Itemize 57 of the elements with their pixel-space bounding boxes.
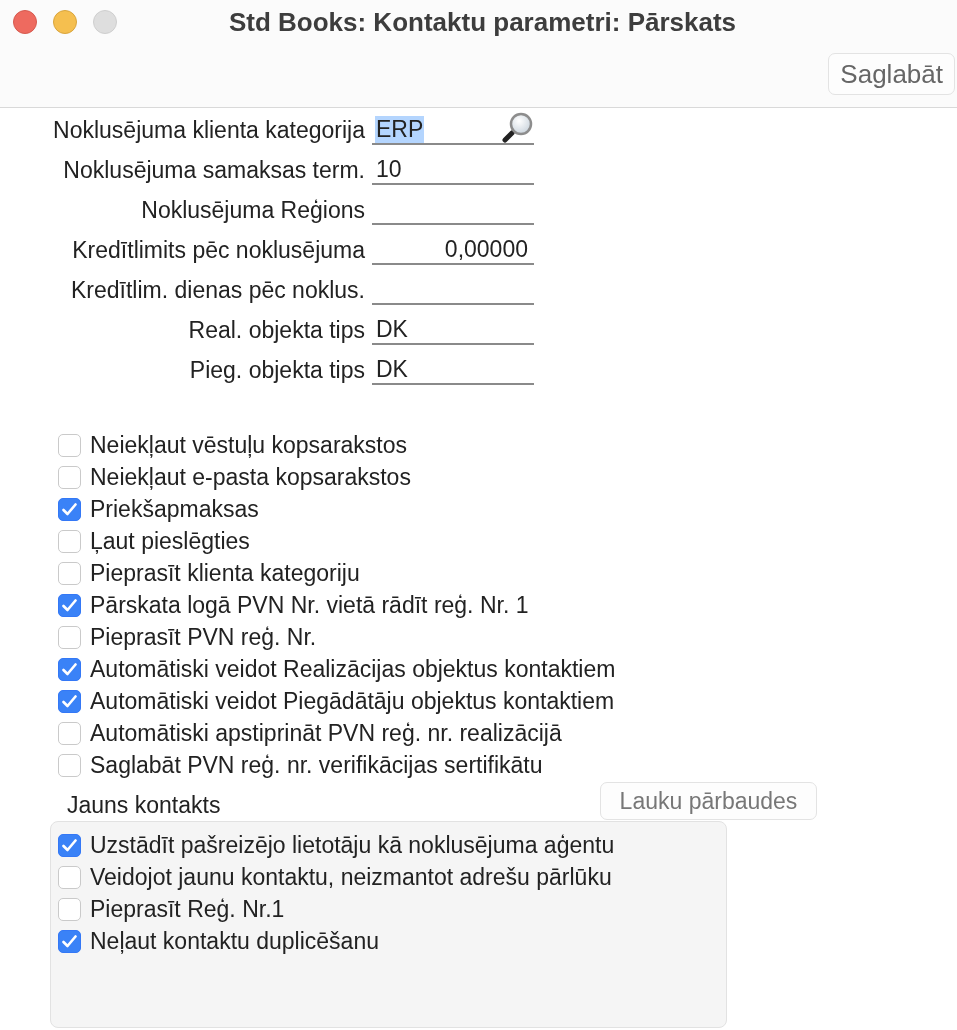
checkbox[interactable] [58, 753, 81, 777]
input-field[interactable]: DK [372, 355, 534, 385]
checkbox-label: Veidojot jaunu kontaktu, neizmantot adrešu pārlūku [90, 863, 612, 891]
zoom-button[interactable] [93, 10, 117, 34]
checkbox[interactable] [58, 433, 81, 457]
checkbox-label: Pārskata logā PVN Nr. vietā rādīt reģ. Nr. 1 [90, 591, 529, 619]
field-label: Kredītlim. dienas pēc noklus. [70, 276, 365, 304]
group-title: Jauns kontakts [67, 792, 221, 820]
checkbox[interactable] [58, 897, 81, 921]
checkbox[interactable] [58, 593, 81, 617]
input-field[interactable]: DK [372, 315, 534, 345]
checkmark-icon [62, 694, 77, 708]
field-checks-button[interactable]: Lauku pārbaudes [600, 782, 817, 820]
close-button[interactable] [13, 10, 37, 34]
checkbox[interactable] [58, 721, 81, 745]
checkbox[interactable] [58, 833, 81, 857]
checkbox-label: Automātiski veidot Realizācijas objektus kontaktiem [90, 655, 616, 683]
field-label: Noklusējuma Reģions [141, 196, 365, 224]
checkbox-label: Neiekļaut e-pasta kopsarakstos [90, 463, 411, 491]
checkbox[interactable] [58, 929, 81, 953]
checkmark-icon [62, 598, 77, 612]
field-label: Kredītlimits pēc noklusējuma [72, 236, 365, 264]
field-label: Noklusējuma samaksas term. [63, 156, 365, 184]
checkbox-label: Saglabāt PVN reģ. nr. verifikācijas sertifikātu [90, 751, 543, 779]
checkbox-label: Neiekļaut vēstuļu kopsarakstos [90, 431, 408, 459]
checkbox[interactable] [58, 561, 81, 585]
checkbox-label: Neļaut kontaktu duplicēšanu [90, 927, 379, 955]
checkbox[interactable] [58, 625, 81, 649]
checkmark-icon [62, 502, 77, 516]
field-label: Pieg. objekta tips [189, 356, 365, 384]
checkbox[interactable] [58, 657, 81, 681]
checkbox-label: Pieprasīt PVN reģ. Nr. [90, 623, 317, 651]
checkbox[interactable] [58, 529, 81, 553]
input-field[interactable]: 0,00000 [372, 235, 534, 265]
checkbox[interactable] [58, 865, 81, 889]
checkmark-icon [62, 662, 77, 676]
checkmark-icon [62, 934, 77, 948]
checkbox-label: Pieprasīt Reģ. Nr.1 [90, 895, 285, 923]
checkbox-label: Priekšapmaksas [90, 495, 259, 523]
window-title: Std Books: Kontaktu parametri: Pārskats [228, 7, 737, 38]
checkbox-label: Pieprasīt klienta kategoriju [90, 559, 360, 587]
field-label: Noklusējuma klienta kategorija [53, 116, 365, 144]
save-button[interactable]: Saglabāt [828, 53, 955, 95]
checkbox[interactable] [58, 689, 81, 713]
field-label: Real. objekta tips [188, 316, 365, 344]
input-field[interactable]: ERP [372, 115, 534, 145]
input-field[interactable]: 10 [372, 155, 534, 185]
checkbox[interactable] [58, 497, 81, 521]
checkbox-label: Uzstādīt pašreizējo lietotāju kā noklusējuma aģentu [90, 831, 615, 859]
checkbox-label: Automātiski veidot Piegādātāju objektus kontaktiem [90, 687, 615, 715]
text-selection: ERP [375, 115, 425, 143]
checkbox-label: Automātiski apstiprināt PVN reģ. nr. realizācijā [90, 719, 562, 747]
search-icon[interactable] [502, 111, 534, 143]
checkmark-icon [62, 838, 77, 852]
checkbox-label: Ļaut pieslēgties [90, 527, 250, 555]
minimize-button[interactable] [53, 10, 77, 34]
checkbox[interactable] [58, 465, 81, 489]
